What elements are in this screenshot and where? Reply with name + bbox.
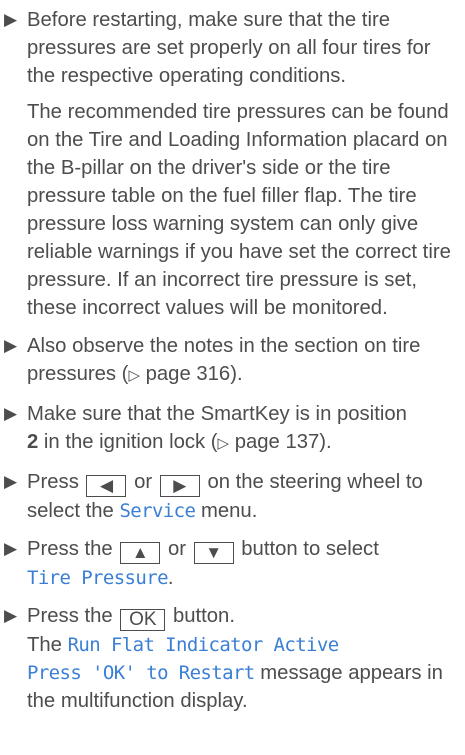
step-text: Make sure that the SmartKey is in positi… <box>27 403 407 425</box>
note-recommended-pressures: The recommended tire pressures can be fo… <box>2 98 457 322</box>
step-check-tire-pressures: ▶ Before restarting, make sure that the … <box>2 6 457 90</box>
step-select-tire-pressure: ▶ Press the ▲ or ▼ button to select Tire… <box>2 535 457 592</box>
step-text-cont: in the ignition lock ( <box>38 431 218 453</box>
result-pre: The <box>27 634 62 656</box>
step-tail: . <box>167 567 174 589</box>
step-arrow-icon: ▶ <box>4 472 18 491</box>
right-arrow-button-icon: ▶ <box>159 475 200 497</box>
manual-page: ▶ Before restarting, make sure that the … <box>0 0 465 755</box>
display-message-line1: Run Flat Indicator Active <box>67 634 340 656</box>
step-observe-notes: ▶ Also observe the notes in the section … <box>2 332 457 390</box>
page-ref-icon: ▷ <box>128 367 140 384</box>
step-arrow-icon: ▶ <box>4 404 18 423</box>
up-arrow-button-icon: ▲ <box>120 542 161 564</box>
step-press-ok: ▶ Press the OK button. The Run Flat Indi… <box>2 602 457 715</box>
left-arrow-button-icon: ◀ <box>86 475 127 497</box>
key-position: 2 <box>27 431 39 453</box>
or-label: or <box>167 538 186 560</box>
step-text: Before restarting, make sure that the ti… <box>27 9 431 87</box>
press-label: Press the <box>27 538 113 560</box>
display-message-line2: Press 'OK' to Restart <box>27 662 255 684</box>
page-ref-icon: ▷ <box>217 435 230 452</box>
page-ref[interactable]: page 137). <box>229 431 332 453</box>
menu-name-service: Service <box>119 500 196 522</box>
page-ref[interactable]: page 316). <box>140 363 243 385</box>
step-arrow-icon: ▶ <box>4 336 18 355</box>
step-arrow-icon: ▶ <box>4 606 18 625</box>
step-arrow-icon: ▶ <box>4 10 18 29</box>
step-text: button to select <box>241 538 379 560</box>
menu-name-tire-pressure: Tire Pressure <box>27 567 169 589</box>
step-smartkey-position: ▶ Make sure that the SmartKey is in posi… <box>2 400 457 458</box>
step-arrow-icon: ▶ <box>4 539 18 558</box>
step-select-service-menu: ▶ Press ◀ or ▶ on the steering wheel to … <box>2 468 457 525</box>
down-arrow-button-icon: ▼ <box>193 542 234 564</box>
or-label: or <box>134 471 153 493</box>
step-tail: menu. <box>200 500 258 522</box>
press-label: Press the <box>27 605 113 627</box>
ok-button-icon: OK <box>120 609 166 631</box>
step-text: button. <box>172 605 235 627</box>
note-text: The recommended tire pressures can be fo… <box>27 101 451 319</box>
press-label: Press <box>27 471 79 493</box>
